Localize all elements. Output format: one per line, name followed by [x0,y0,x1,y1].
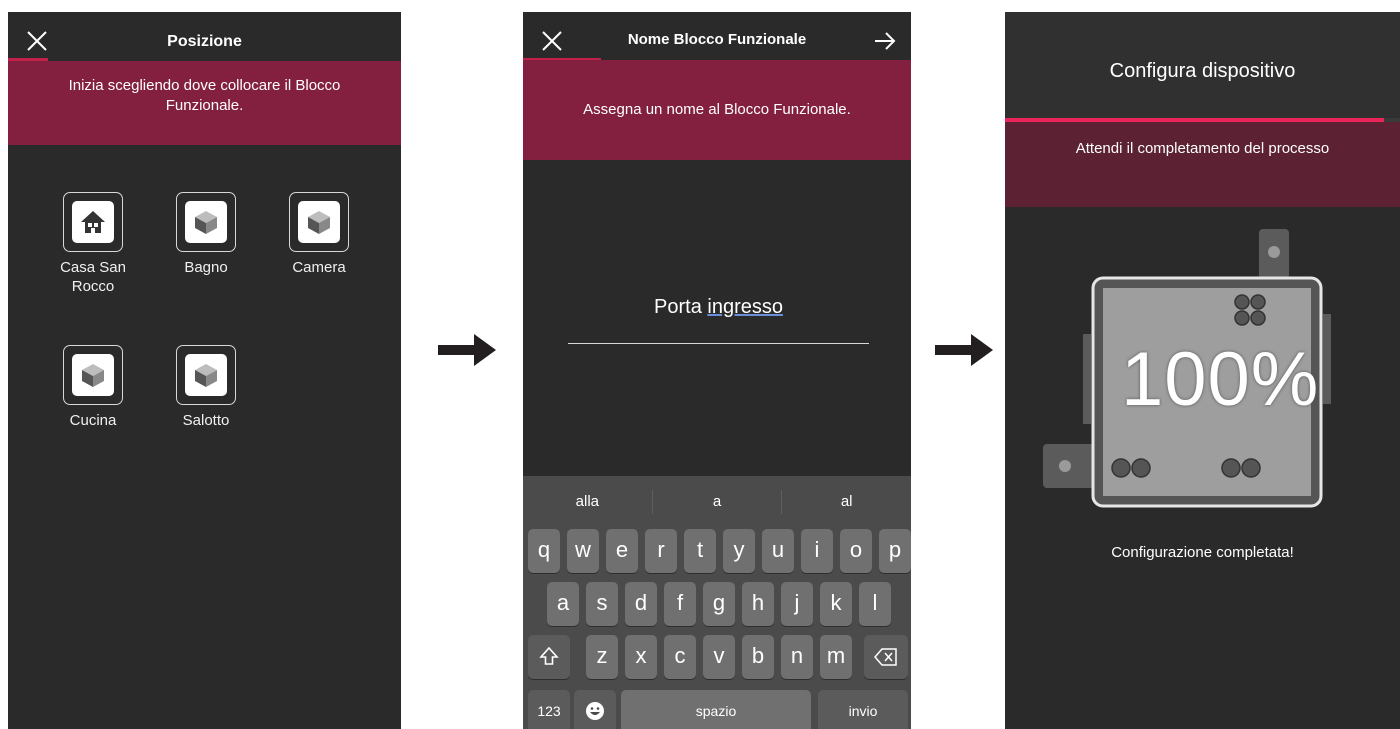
instruction-banner: Assegna un nome al Blocco Funzionale. [523,60,911,160]
room-tile [63,345,123,405]
page-title: Configura dispositivo [1109,60,1296,82]
room-tile [289,192,349,252]
key-e[interactable]: e [606,529,638,573]
device-illustration: 100% [1041,224,1351,514]
shift-icon [539,646,559,665]
arrow-right-icon[interactable] [873,30,897,52]
cube-icon [82,364,104,387]
room-cucina[interactable]: Cucina [48,345,138,430]
shift-key[interactable] [528,635,570,679]
key-u[interactable]: u [762,529,794,573]
backspace-key[interactable] [864,635,908,679]
suggestion-1[interactable]: alla [523,476,652,528]
screen-posizione: Posizione Inizia scegliendo dove colloca… [8,12,401,729]
key-n[interactable]: n [781,635,813,679]
key-v[interactable]: v [703,635,735,679]
right-arrow-icon [438,334,496,366]
key-w[interactable]: w [567,529,599,573]
key-f[interactable]: f [664,582,696,626]
room-label: Cucina [69,412,117,429]
key-s[interactable]: s [586,582,618,626]
key-c[interactable]: c [664,635,696,679]
key-z[interactable]: z [586,635,618,679]
room-label: Bagno [184,259,228,276]
room-tile [176,345,236,405]
key-d[interactable]: d [625,582,657,626]
room-salotto[interactable]: Salotto [161,345,251,430]
key-i[interactable]: i [801,529,833,573]
room-casa-san-rocco[interactable]: Casa San Rocco [48,192,138,296]
status-text: Configurazione completata! [1111,544,1294,561]
key-a[interactable]: a [547,582,579,626]
room-bagno[interactable]: Bagno [161,192,251,277]
emoji-icon [586,702,604,720]
suggestion-2[interactable]: a [653,476,782,528]
house-icon [81,211,105,233]
room-label: Salotto [182,412,230,429]
room-camera[interactable]: Camera [274,192,364,277]
input-text: Porta [654,296,708,318]
instruction-banner: Attendi il completamento del processo [1005,122,1400,207]
key-g[interactable]: g [703,582,735,626]
progress-percentage: 100% [1121,337,1320,422]
suggestion-bar: alla a al [523,476,911,528]
key-r[interactable]: r [645,529,677,573]
input-underline [568,343,869,344]
key-x[interactable]: x [625,635,657,679]
room-tile [63,192,123,252]
suggestion-3[interactable]: al [782,476,911,528]
key-q[interactable]: q [528,529,560,573]
key-b[interactable]: b [742,635,774,679]
cube-icon [195,211,217,234]
keyboard: alla a al q w e r t y u i o p a s d f g … [523,476,911,729]
return-key[interactable]: invio [818,690,908,729]
numbers-key[interactable]: 123 [528,690,570,729]
instruction-banner: Inizia scegliendo dove collocare il Bloc… [8,61,401,145]
key-j[interactable]: j [781,582,813,626]
screen-configura-dispositivo: Configura dispositivo Attendi il complet… [1005,12,1400,729]
cube-icon [308,211,330,234]
key-o[interactable]: o [840,529,872,573]
key-h[interactable]: h [742,582,774,626]
key-l[interactable]: l [859,582,891,626]
top-bar: Nome Blocco Funzionale [523,12,911,60]
room-label: Casa San Rocco [60,259,126,295]
key-m[interactable]: m [820,635,852,679]
room-label: Camera [292,259,346,276]
page-title: Nome Blocco Funzionale [627,31,807,48]
room-tile [176,192,236,252]
key-k[interactable]: k [820,582,852,626]
top-bar: Posizione [8,12,401,60]
name-input[interactable]: Porta ingresso [568,296,869,319]
input-text-autocorrect: ingresso [707,296,783,318]
emoji-key[interactable] [574,690,616,729]
cube-icon [195,364,217,387]
right-arrow-icon [935,334,993,366]
key-y[interactable]: y [723,529,755,573]
key-p[interactable]: p [879,529,911,573]
key-t[interactable]: t [684,529,716,573]
page-title: Posizione [167,33,242,50]
space-key[interactable]: spazio [621,690,811,729]
screen-nome-blocco: Nome Blocco Funzionale Assegna un nome a… [523,12,911,729]
backspace-icon [874,648,897,666]
